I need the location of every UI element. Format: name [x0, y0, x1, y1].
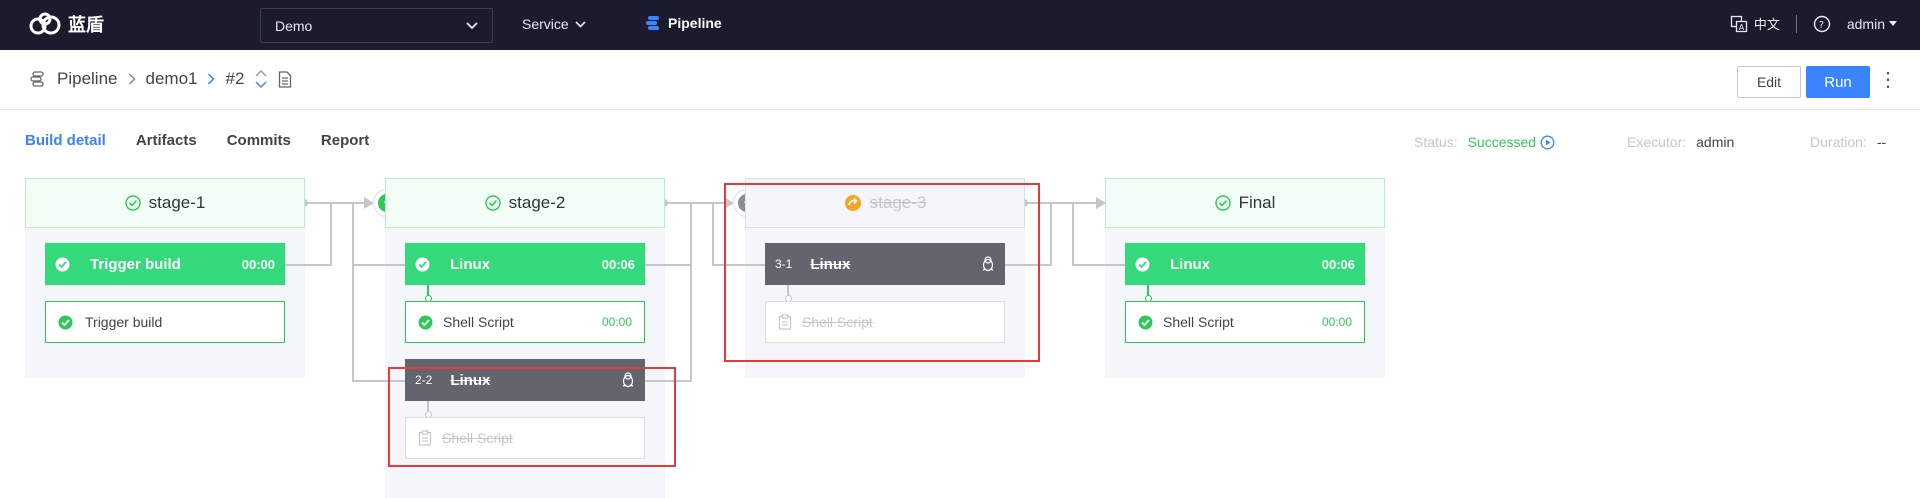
stage-name: stage-1 — [148, 193, 206, 212]
job-name: Linux — [1170, 255, 1210, 273]
task-name: Shell Script — [1163, 314, 1234, 330]
job-name: Linux — [450, 255, 490, 273]
tab-report[interactable]: Report — [321, 132, 369, 149]
user-name: admin — [1846, 15, 1885, 32]
play-circle-icon[interactable] — [1540, 135, 1555, 150]
chevron-right-icon — [128, 73, 136, 85]
nav-service-label: Service — [522, 16, 569, 32]
task-time: 00:00 — [1321, 315, 1352, 329]
check-circle-filled-icon — [58, 315, 73, 329]
breadcrumb-pipeline-name[interactable]: demo1 — [146, 69, 198, 89]
edit-button[interactable]: Edit — [1737, 66, 1801, 98]
job-connector — [330, 202, 332, 266]
breadcrumb-build-number: #2 — [225, 69, 245, 88]
top-navigation-bar: 蓝盾 Demo Service Pipeline A 中文 ? admin — [0, 0, 1920, 50]
status-value: Successed — [1467, 134, 1537, 150]
task-time: 00:00 — [601, 315, 632, 329]
job-connector — [690, 202, 692, 382]
project-select-value: Demo — [275, 17, 313, 34]
language-label: 中文 — [1753, 18, 1780, 33]
project-select[interactable]: Demo — [260, 8, 493, 43]
nav-service[interactable]: Service — [522, 16, 586, 32]
tab-build-detail[interactable]: Build detail — [25, 132, 106, 149]
translate-icon: A — [1730, 15, 1747, 32]
tab-artifacts[interactable]: Artifacts — [136, 132, 197, 149]
top-right-actions: A 中文 ? admin — [1730, 14, 1898, 33]
job-time: 00:00 — [241, 256, 275, 272]
task-card[interactable]: Shell Script 00:00 — [1125, 301, 1365, 343]
check-circle-icon — [1214, 195, 1231, 211]
stage-header[interactable]: stage-2 — [385, 178, 665, 228]
build-tabs: Build detail Artifacts Commits Report — [25, 132, 369, 149]
status-label: Status: — [1414, 134, 1458, 150]
job-card[interactable]: Trigger build 00:00 — [45, 243, 285, 285]
stage-header[interactable]: Final — [1105, 178, 1385, 228]
job-connector — [285, 264, 330, 266]
executor-value: admin — [1696, 134, 1735, 150]
build-duration: Duration: -- — [1810, 134, 1886, 150]
logo-text: 蓝盾 — [68, 15, 104, 36]
check-circle-filled-icon — [55, 257, 70, 271]
nav-pipeline[interactable]: Pipeline — [644, 14, 722, 32]
nav-pipeline-label: Pipeline — [668, 15, 722, 31]
breadcrumb: Pipeline demo1 #2 — [29, 69, 292, 89]
build-status: Status: Successed — [1414, 134, 1555, 150]
divider — [1795, 14, 1797, 33]
job-time: 00:06 — [601, 256, 635, 272]
job-connector — [352, 264, 405, 266]
duration-value: -- — [1876, 134, 1887, 150]
chevron-down-icon — [466, 21, 478, 29]
stage-connector — [665, 202, 733, 204]
job-connector — [712, 202, 714, 266]
task-name: Shell Script — [443, 314, 514, 330]
chevron-right-icon — [208, 73, 216, 85]
duration-label: Duration: — [1810, 134, 1867, 150]
stage-name: stage-2 — [508, 193, 566, 212]
check-circle-filled-icon — [1138, 315, 1153, 329]
breadcrumb-bar: Pipeline demo1 #2 Edit Run ⋮ — [0, 50, 1920, 110]
check-circle-icon — [124, 195, 141, 211]
breadcrumb-pipeline[interactable]: Pipeline — [57, 69, 118, 89]
run-button[interactable]: Run — [1806, 66, 1870, 98]
stage-connector — [305, 202, 373, 204]
user-menu[interactable]: admin — [1847, 16, 1898, 32]
job-card[interactable]: Linux 00:06 — [1125, 243, 1365, 285]
highlight-box — [724, 183, 1040, 362]
highlight-box — [388, 367, 676, 467]
svg-text:?: ? — [1819, 20, 1824, 31]
task-card[interactable]: Trigger build — [45, 301, 285, 343]
task-name: Trigger build — [85, 314, 163, 330]
document-icon[interactable] — [278, 70, 292, 88]
executor-label: Executor: — [1627, 134, 1687, 150]
task-card[interactable]: Shell Script 00:00 — [405, 301, 645, 343]
stage-header[interactable]: stage-1 — [25, 178, 305, 228]
chevron-down-icon — [575, 20, 586, 28]
pipeline-icon — [646, 16, 659, 30]
check-circle-filled-icon — [1135, 257, 1150, 271]
pipeline-icon — [30, 71, 44, 87]
more-options-icon[interactable]: ⋮ — [1878, 68, 1898, 92]
help-icon[interactable]: ? — [1813, 15, 1831, 33]
tab-commits[interactable]: Commits — [227, 132, 291, 149]
job-connector — [1050, 202, 1052, 266]
build-switch-icon[interactable] — [254, 69, 268, 89]
job-connector — [1072, 264, 1125, 266]
job-time: 00:06 — [1321, 256, 1355, 272]
svg-text:A: A — [1739, 23, 1745, 32]
language-switch[interactable]: A 中文 — [1730, 14, 1780, 33]
cloud-logo-icon — [29, 12, 61, 35]
job-card[interactable]: Linux 00:06 — [405, 243, 645, 285]
job-connector — [1072, 202, 1074, 266]
caret-down-icon — [1889, 20, 1897, 26]
job-connector — [352, 202, 354, 382]
check-circle-filled-icon — [418, 315, 433, 329]
build-executor: Executor: admin — [1627, 134, 1734, 150]
stage-name: Final — [1238, 193, 1276, 212]
logo[interactable]: 蓝盾 — [28, 11, 104, 37]
job-connector — [645, 264, 690, 266]
check-circle-icon — [484, 195, 501, 211]
job-name: Trigger build — [90, 255, 181, 273]
check-circle-filled-icon — [415, 257, 430, 271]
